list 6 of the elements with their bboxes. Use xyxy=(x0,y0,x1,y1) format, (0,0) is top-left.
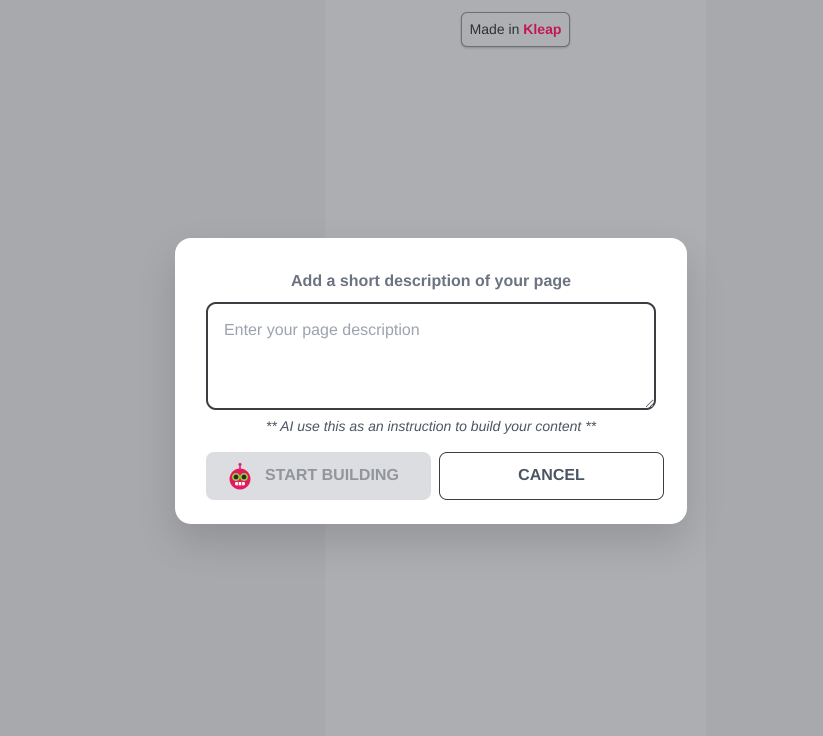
made-in-kleap-link[interactable]: Made in Kleap xyxy=(460,12,570,47)
hint-text: ** AI use this as an instruction to build your content ** xyxy=(266,418,596,434)
dialog-title: Add a short description of your page xyxy=(290,272,572,292)
cancel-button[interactable]: CANCEL xyxy=(439,452,664,500)
description-field[interactable]: Enter your page description xyxy=(206,302,656,410)
robot-icon xyxy=(229,462,251,490)
